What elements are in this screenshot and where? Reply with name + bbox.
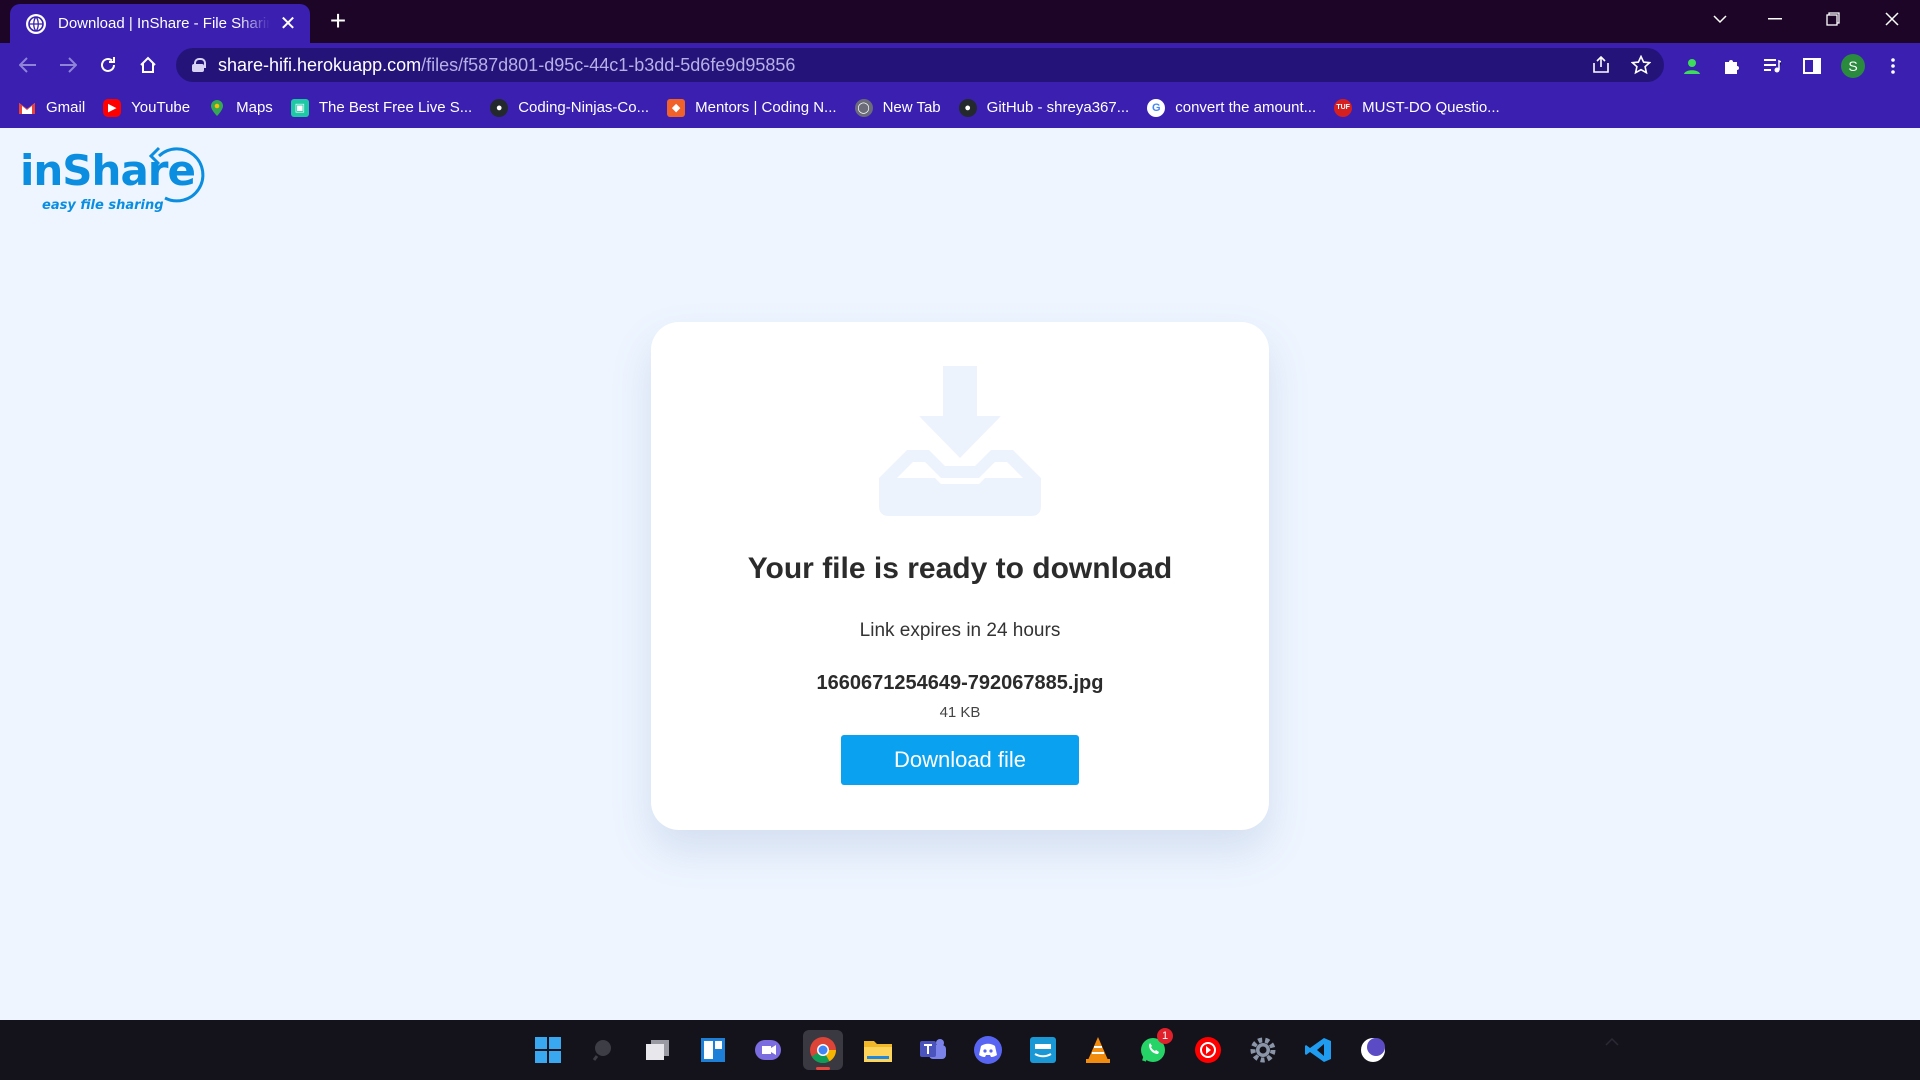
lock-icon	[192, 58, 206, 72]
moon-app-icon[interactable]	[1353, 1030, 1393, 1070]
github-icon: ●	[490, 98, 509, 117]
bookmark-label: Mentors | Coding N...	[695, 99, 837, 116]
globe-icon	[26, 13, 46, 34]
vscode-icon[interactable]	[1298, 1030, 1338, 1070]
file-size: 41 KB	[939, 704, 981, 721]
media-control-icon[interactable]	[1757, 51, 1787, 81]
settings-gear-icon[interactable]	[1243, 1030, 1283, 1070]
share-icon[interactable]	[1586, 50, 1616, 80]
download-card: Your file is ready to download Link expi…	[651, 322, 1269, 830]
search-icon[interactable]	[583, 1030, 623, 1070]
google-icon: G	[1147, 98, 1166, 117]
expiry-text: Link expires in 24 hours	[859, 620, 1061, 641]
discord-icon[interactable]	[968, 1030, 1008, 1070]
inshare-logo[interactable]: inShare easy file sharing	[20, 146, 205, 216]
maps-icon	[208, 99, 226, 117]
bookmark-label: New Tab	[882, 99, 941, 116]
widgets-icon[interactable]	[693, 1030, 733, 1070]
tab-title: Download | InShare - File Sharing	[58, 15, 270, 32]
tab-close-icon[interactable]: ✕	[278, 11, 298, 36]
url-host: share-hifi.herokuapp.com	[218, 54, 422, 75]
youtube-icon: ▶	[103, 98, 122, 117]
chrome-taskbar-icon[interactable]	[803, 1030, 843, 1070]
notification-badge: 1	[1157, 1028, 1173, 1044]
extensions-puzzle-icon[interactable]	[1717, 51, 1747, 81]
bookmark-github-shreya[interactable]: ● GitHub - shreya367...	[958, 98, 1130, 117]
task-view-icon[interactable]	[638, 1030, 678, 1070]
bookmark-live-stream[interactable]: ▣ The Best Free Live S...	[290, 98, 473, 117]
window-close-icon[interactable]	[1864, 0, 1920, 38]
bookmark-gmail[interactable]: Gmail	[18, 99, 85, 117]
coding-ninjas-icon: ◆	[667, 98, 686, 117]
bookmark-label: GitHub - shreya367...	[986, 99, 1130, 116]
vlc-icon[interactable]	[1078, 1030, 1118, 1070]
browser-tab-bar: Download | InShare - File Sharing ✕ +	[0, 0, 1920, 43]
github-icon: ●	[958, 98, 977, 117]
forward-arrow-icon[interactable]	[52, 49, 84, 81]
file-name: 1660671254649-792067885.jpg	[816, 672, 1104, 694]
whatsapp-icon[interactable]: 1	[1133, 1028, 1173, 1070]
new-tab-button[interactable]: +	[324, 7, 352, 36]
bookmark-label: Coding-Ninjas-Co...	[518, 99, 650, 116]
logo-arrow-icon	[148, 146, 205, 203]
restore-icon[interactable]	[1805, 0, 1861, 38]
download-file-button[interactable]: Download file	[841, 735, 1079, 785]
tab-search-chevron-icon[interactable]	[1692, 0, 1748, 38]
bookmark-label: YouTube	[131, 99, 191, 116]
reload-icon[interactable]	[92, 49, 124, 81]
bookmark-maps[interactable]: Maps	[208, 99, 273, 117]
bookmark-mentors[interactable]: ◆ Mentors | Coding N...	[667, 98, 837, 117]
back-arrow-icon[interactable]	[12, 49, 44, 81]
bookmark-label: convert the amount...	[1175, 99, 1317, 116]
gmail-icon	[18, 99, 36, 117]
active-indicator	[816, 1067, 830, 1070]
chat-icon: ▣	[290, 98, 309, 117]
page-content: inShare easy file sharing Your file is r…	[0, 128, 1920, 1020]
bookmark-label: MUST-DO Questio...	[1362, 99, 1500, 116]
bookmarks-bar: Gmail ▶ YouTube Maps ▣ The Best Free Liv…	[0, 87, 1920, 128]
bookmark-must-do[interactable]: TUF MUST-DO Questio...	[1334, 98, 1500, 117]
address-bar[interactable]: share-hifi.herokuapp.com/files/f587d801-…	[176, 48, 1664, 82]
profile-avatar[interactable]: S	[1841, 54, 1865, 78]
browser-toolbar: share-hifi.herokuapp.com/files/f587d801-…	[0, 43, 1920, 87]
tuf-icon: TUF	[1334, 98, 1353, 117]
windows-start-icon[interactable]	[528, 1030, 568, 1070]
bookmark-label: The Best Free Live S...	[318, 99, 473, 116]
system-tray-chevron-icon[interactable]	[1605, 1036, 1619, 1050]
bookmark-label: Maps	[236, 99, 273, 116]
bookmark-star-icon[interactable]	[1626, 50, 1656, 80]
prime-video-icon[interactable]	[1023, 1030, 1063, 1070]
bookmark-new-tab[interactable]: ◯ New Tab	[854, 98, 941, 117]
download-inbox-icon	[879, 366, 1041, 516]
globe-icon: ◯	[854, 98, 873, 117]
bookmark-convert-amount[interactable]: G convert the amount...	[1147, 98, 1317, 117]
teams-icon[interactable]	[913, 1030, 953, 1070]
file-explorer-icon[interactable]	[858, 1030, 898, 1070]
home-icon[interactable]	[132, 49, 164, 81]
bookmark-label: Gmail	[46, 99, 86, 116]
minimize-icon[interactable]	[1747, 0, 1803, 38]
youtube-music-icon[interactable]	[1188, 1030, 1228, 1070]
bookmark-youtube[interactable]: ▶ YouTube	[103, 98, 191, 117]
bookmark-coding-ninjas-repo[interactable]: ● Coding-Ninjas-Co...	[490, 98, 650, 117]
side-panel-icon[interactable]	[1797, 51, 1827, 81]
browser-tab-active[interactable]: Download | InShare - File Sharing ✕	[10, 4, 310, 43]
card-title: Your file is ready to download	[747, 552, 1173, 585]
kebab-menu-icon[interactable]	[1878, 51, 1908, 81]
windows-taskbar: 1	[0, 1020, 1920, 1080]
url-path: /files/f587d801-d95c-44c1-b3dd-5d6fe9d95…	[421, 54, 796, 75]
extension-green-icon[interactable]	[1677, 51, 1707, 81]
teams-chat-icon[interactable]	[748, 1030, 788, 1070]
